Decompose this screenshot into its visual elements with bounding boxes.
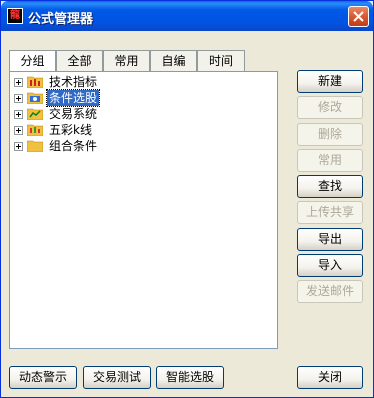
export-button[interactable]: 导出 [297, 228, 363, 251]
expand-icon[interactable] [14, 142, 23, 151]
screener-folder-icon [27, 92, 43, 104]
expand-icon[interactable] [14, 126, 23, 135]
expand-icon[interactable] [14, 94, 23, 103]
close-window-button[interactable] [348, 6, 369, 27]
upload-share-button[interactable]: 上传共享 [297, 201, 363, 224]
folder-icon [27, 140, 43, 152]
tab-custom[interactable]: 自编 [150, 50, 197, 71]
trade-test-button[interactable]: 交易测试 [83, 366, 151, 389]
tree-item-label: 组合条件 [49, 139, 98, 153]
tab-all[interactable]: 全部 [56, 50, 103, 71]
favorite-button[interactable]: 常用 [297, 149, 363, 172]
close-icon [353, 11, 364, 22]
close-button[interactable]: 关闭 [297, 366, 363, 389]
app-logo-icon: 龍 [7, 8, 23, 24]
send-email-button[interactable]: 发送邮件 [297, 280, 363, 303]
window-title: 公式管理器 [28, 12, 94, 27]
trading-folder-icon [27, 108, 43, 120]
tree-item-label: 技术指标 [49, 75, 98, 89]
delete-button[interactable]: 删除 [297, 123, 363, 146]
indicator-folder-icon [27, 76, 43, 88]
import-button[interactable]: 导入 [297, 254, 363, 277]
modify-button[interactable]: 修改 [297, 96, 363, 119]
formula-manager-window: 龍 公式管理器 分组 全部 常用 自编 时间 技术指标 条件选股 交易系统 五彩… [0, 0, 374, 398]
tab-common[interactable]: 常用 [103, 50, 150, 71]
candle-folder-icon [27, 124, 43, 136]
tab-time[interactable]: 时间 [197, 50, 245, 71]
tree-item-label: 条件选股 [45, 89, 101, 107]
new-button[interactable]: 新建 [297, 70, 363, 93]
title-bar[interactable]: 龍 公式管理器 [1, 1, 373, 31]
expand-icon[interactable] [14, 110, 23, 119]
tab-group[interactable]: 分组 [9, 50, 56, 72]
find-button[interactable]: 查找 [297, 175, 363, 198]
dynamic-alert-button[interactable]: 动态警示 [9, 366, 77, 389]
expand-icon[interactable] [14, 78, 23, 87]
formula-tree-panel[interactable]: 技术指标 条件选股 交易系统 五彩k线 组合条件 [9, 71, 278, 349]
smart-screener-button[interactable]: 智能选股 [156, 366, 224, 389]
tree-item-label: 五彩k线 [49, 123, 92, 137]
tree-item-label: 交易系统 [49, 107, 98, 121]
